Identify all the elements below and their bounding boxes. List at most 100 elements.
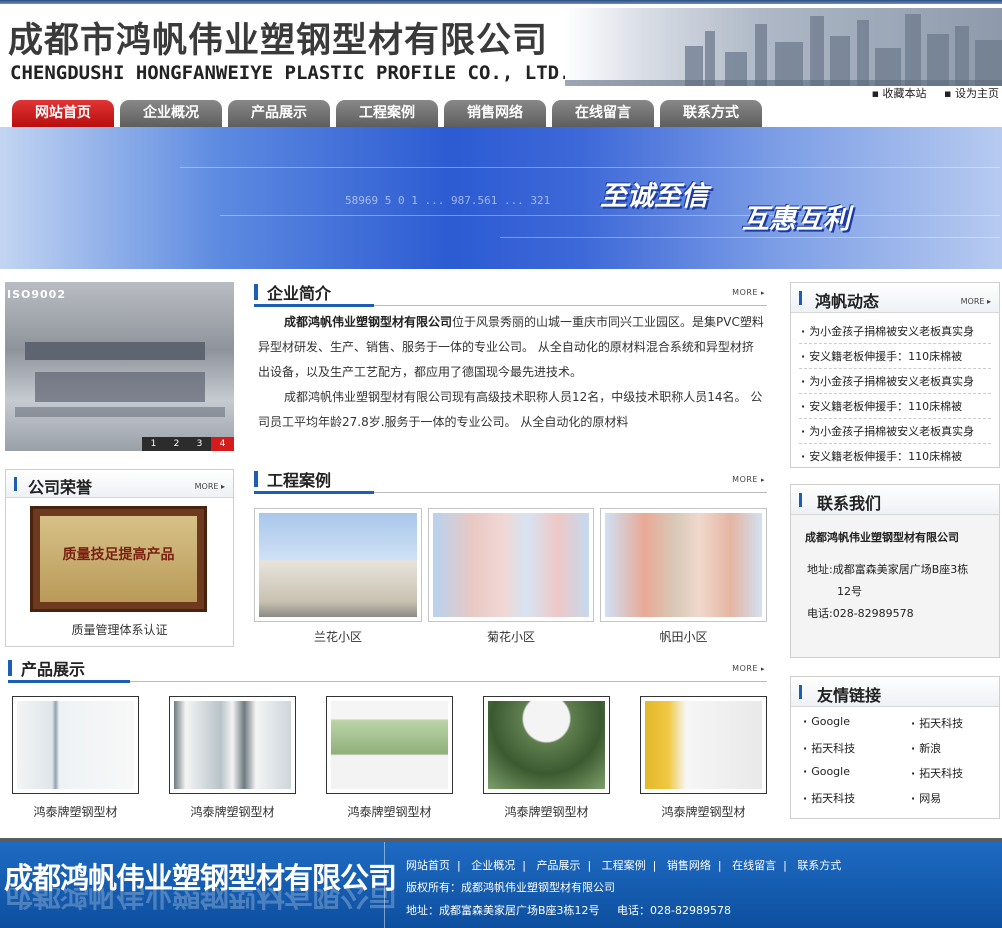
contact-panel: 联系我们 成都鸿帆伟业塑钢型材有限公司 地址:成都富森美家居广场B座3栋 12号… [790, 484, 1000, 658]
products-title: 产品展示 [21, 660, 86, 679]
banner-slogan-2: 互惠互利 [742, 204, 850, 235]
tab-contact[interactable]: 联系方式 [660, 100, 762, 127]
products-more-link[interactable]: MORE ▸ [732, 664, 765, 673]
main-nav: 网站首页 企业概况 产品展示 工程案例 销售网络 在线留言 联系方式 [12, 100, 772, 127]
products-heading: 产品展示 MORE ▸ [8, 654, 767, 683]
friend-link-3[interactable]: 拓天科技 [803, 740, 855, 756]
slider-page-4[interactable]: 4 [211, 437, 234, 451]
top-links: ▪ 收藏本站 ▪ 设为主页 [858, 85, 999, 101]
footer-link-contact[interactable]: 联系方式 [797, 859, 841, 872]
product-caption-1[interactable]: 鸿泰牌塑钢型材 [12, 803, 139, 820]
honor-plaque-image: 质量技足提高产品 [30, 506, 207, 612]
factory-photo-slider: ISO9002 1 2 3 4 [5, 282, 234, 451]
product-thumb-3[interactable] [326, 696, 453, 794]
product-caption-5[interactable]: 鸿泰牌塑钢型材 [640, 803, 767, 820]
slider-page-2[interactable]: 2 [165, 437, 188, 451]
intro-title: 企业简介 [267, 284, 332, 303]
footer-link-message[interactable]: 在线留言 [732, 859, 776, 872]
set-homepage-link[interactable]: ▪ 设为主页 [944, 87, 999, 100]
tab-message[interactable]: 在线留言 [552, 100, 654, 127]
friend-link-2[interactable]: 拓天科技 [911, 715, 963, 731]
footer-top-line [0, 838, 1002, 842]
contact-phone: 电话:028-82989578 [807, 607, 914, 620]
friend-link-1[interactable]: Google [803, 715, 850, 728]
footer-address-line: 地址：成都富森美家居广场B座3栋12号 电话：028-82989578 [406, 902, 731, 918]
product-thumb-1[interactable] [12, 696, 139, 794]
footer-divider [384, 842, 385, 928]
tab-sales-network[interactable]: 销售网络 [444, 100, 546, 127]
product-caption-2[interactable]: 鸿泰牌塑钢型材 [169, 803, 296, 820]
footer-link-overview[interactable]: 企业概况 [471, 859, 515, 872]
contact-address-line-2: 12号 [837, 585, 862, 598]
news-item-3[interactable]: 为小金孩子捐棉被安义老板真实身 [801, 373, 997, 389]
news-item-6[interactable]: 安义籍老板伸援手：110床棉被 [801, 448, 997, 464]
news-more-link[interactable]: MORE ▸ [961, 297, 991, 306]
intro-company-name: 成都鸿帆伟业塑钢型材有限公司 [284, 315, 453, 329]
case-thumb-3[interactable] [600, 508, 767, 622]
intro-heading: 企业简介 MORE ▸ [254, 278, 767, 307]
product-thumb-2[interactable] [169, 696, 296, 794]
footer-link-home[interactable]: 网站首页 [406, 859, 450, 872]
news-item-1[interactable]: 为小金孩子捐棉被安义老板真实身 [801, 323, 997, 339]
header-skyline-image [565, 8, 1002, 86]
footer-nav: 网站首页 | 企业概况 | 产品展示 | 工程案例 | 销售网络 | 在线留言 | 联系方式 [406, 859, 842, 872]
friend-links-panel: 友情链接 Google 拓天科技 拓天科技 新浪 Google 拓天科技 拓天科… [790, 676, 1000, 819]
footer-logo-reflection: 成都鸿帆伟业塑钢型材有限公司 [4, 888, 397, 912]
footer-link-cases[interactable]: 工程案例 [602, 859, 646, 872]
tab-cases[interactable]: 工程案例 [336, 100, 438, 127]
footer-phone: 电话：028-82989578 [617, 904, 731, 917]
iso-sign: ISO9002 [7, 288, 66, 301]
logo-english: CHENGDUSHI HONGFANWEIYE PLASTIC PROFILE … [10, 62, 571, 84]
intro-paragraph-2: 成都鸿帆伟业塑钢型材有限公司现有高级技术职称人员12名，中级技术职称人员14名。… [258, 390, 763, 429]
friend-link-7[interactable]: 拓天科技 [803, 790, 855, 806]
tab-company-overview[interactable]: 企业概况 [120, 100, 222, 127]
slider-page-1[interactable]: 1 [142, 437, 165, 451]
bookmark-link[interactable]: ▪ 收藏本站 [872, 87, 927, 100]
case-caption-2[interactable]: 菊花小区 [428, 628, 594, 645]
friend-link-4[interactable]: 新浪 [911, 740, 941, 756]
product-thumb-5[interactable] [640, 696, 767, 794]
product-caption-3[interactable]: 鸿泰牌塑钢型材 [326, 803, 453, 820]
case-thumb-2[interactable] [428, 508, 594, 622]
product-thumb-4[interactable] [483, 696, 610, 794]
honor-panel: 公司荣誉 MORE ▸ 质量技足提高产品 质量管理体系认证 [5, 469, 234, 647]
footer-link-products[interactable]: 产品展示 [536, 859, 580, 872]
contact-address-line-1: 地址:成都富森美家居广场B座3栋 [807, 563, 969, 576]
product-caption-4[interactable]: 鸿泰牌塑钢型材 [483, 803, 610, 820]
case-thumb-1[interactable] [254, 508, 422, 622]
honor-caption[interactable]: 质量管理体系认证 [6, 621, 233, 638]
honor-title: 公司荣誉 [28, 478, 93, 497]
cases-heading: 工程案例 MORE ▸ [254, 465, 767, 494]
honor-more-link[interactable]: MORE ▸ [195, 482, 225, 491]
news-item-4[interactable]: 安义籍老板伸援手：110床棉被 [801, 398, 997, 414]
tab-products[interactable]: 产品展示 [228, 100, 330, 127]
news-panel: 鸿帆动态 MORE ▸ 为小金孩子捐棉被安义老板真实身 安义籍老板伸援手：110… [790, 282, 1000, 468]
footer-address: 地址：成都富森美家居广场B座3栋12号 [406, 904, 600, 917]
case-caption-3[interactable]: 帆田小区 [600, 628, 767, 645]
tab-home[interactable]: 网站首页 [12, 100, 114, 127]
plaque-text: 质量技足提高产品 [40, 516, 197, 602]
slider-pager: 1 2 3 4 [142, 437, 234, 451]
friend-link-5[interactable]: Google [803, 765, 850, 778]
news-title: 鸿帆动态 [815, 292, 880, 311]
page: 成都市鸿帆伟业塑钢型材有限公司 CHENGDUSHI HONGFANWEIYE … [0, 0, 1002, 928]
logo-chinese[interactable]: 成都市鸿帆伟业塑钢型材有限公司 [8, 12, 548, 63]
friend-links-title: 友情链接 [817, 686, 882, 705]
news-item-5[interactable]: 为小金孩子捐棉被安义老板真实身 [801, 423, 997, 439]
footer-link-sales[interactable]: 销售网络 [667, 859, 711, 872]
contact-title: 联系我们 [817, 494, 882, 513]
banner-slogan-1: 至诚至信 [600, 181, 708, 212]
banner-decor-numbers: 58969 5 0 1 ... 987.561 ... 321 [345, 194, 551, 207]
news-item-2[interactable]: 安义籍老板伸援手：110床棉被 [801, 348, 997, 364]
friend-link-6[interactable]: 拓天科技 [911, 765, 963, 781]
case-caption-1[interactable]: 兰花小区 [254, 628, 422, 645]
slider-page-3[interactable]: 3 [188, 437, 211, 451]
cases-title: 工程案例 [267, 471, 332, 490]
contact-company: 成都鸿帆伟业塑钢型材有限公司 [805, 531, 959, 544]
cases-more-link[interactable]: MORE ▸ [732, 475, 765, 484]
hero-banner: 58969 5 0 1 ... 987.561 ... 321 至诚至信 互惠互… [0, 127, 1002, 269]
footer-copyright: 版权所有：成都鸿帆伟业塑钢型材有限公司 [406, 881, 615, 894]
top-accent-line [0, 0, 1002, 4]
intro-more-link[interactable]: MORE ▸ [732, 288, 765, 297]
friend-link-8[interactable]: 网易 [911, 790, 941, 806]
